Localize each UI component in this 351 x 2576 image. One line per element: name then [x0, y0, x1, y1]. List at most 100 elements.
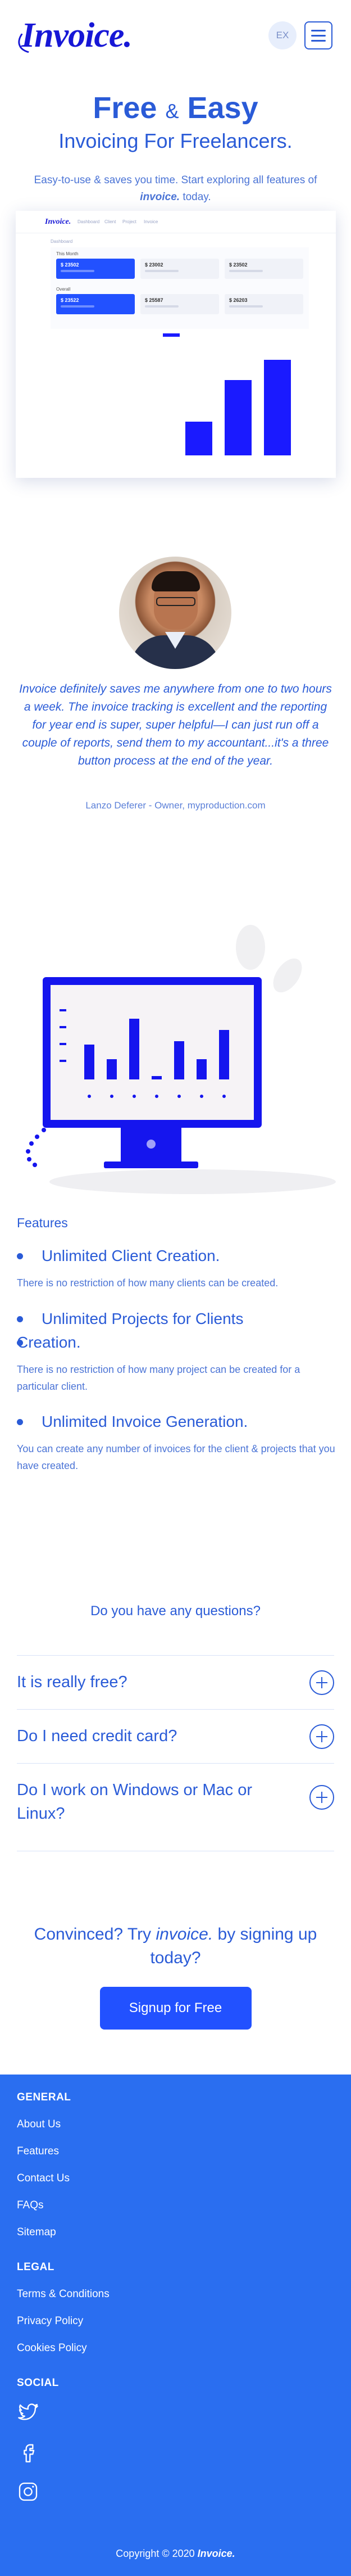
- twitter-icon[interactable]: [17, 2401, 39, 2423]
- testimonial-avatar: [119, 557, 231, 669]
- faq-question[interactable]: It is really free?: [17, 1670, 281, 1694]
- footer-link-contact[interactable]: Contact Us: [17, 2172, 70, 2185]
- screen-bar: [219, 1030, 229, 1079]
- hamburger-icon-line: [311, 39, 326, 42]
- preview-card: $ 23502: [225, 259, 303, 279]
- preview-card: $ 25587: [140, 294, 219, 314]
- feature-description: There is no restriction of how many clie…: [17, 1277, 279, 1289]
- menu-button[interactable]: [304, 21, 332, 49]
- feature-title: Unlimited Invoice Generation.: [17, 1410, 337, 1434]
- preview-nav-item: Invoice: [144, 219, 158, 224]
- preview-card-value: $ 23502: [229, 262, 248, 268]
- footer-link-about[interactable]: About Us: [17, 2118, 61, 2131]
- preview-navbar: Invoice. Dashboard Client Project Invoic…: [16, 211, 336, 233]
- screen-bar: [107, 1059, 117, 1079]
- plus-icon[interactable]: [309, 1785, 334, 1810]
- cable-dots: [26, 1128, 46, 1167]
- screen-dot: [88, 1095, 91, 1098]
- preview-card: $ 23002: [140, 259, 219, 279]
- screen-dot: [133, 1095, 136, 1098]
- screen-dot: [155, 1095, 158, 1098]
- faq-item[interactable]: It is really free?: [17, 1655, 334, 1709]
- preview-card-line: [61, 270, 94, 272]
- footer-heading-legal: LEGAL: [17, 2261, 54, 2273]
- faq-question[interactable]: Do I need credit card?: [17, 1724, 281, 1748]
- faq-heading: Do you have any questions?: [90, 1603, 261, 1619]
- screen-dot: [110, 1095, 113, 1098]
- preview-card-value: $ 26203: [229, 297, 248, 303]
- footer-link-terms[interactable]: Terms & Conditions: [17, 2288, 110, 2301]
- preview-nav-item: Project: [122, 219, 136, 224]
- preview-card-line: [145, 270, 179, 272]
- plus-icon[interactable]: [309, 1724, 334, 1749]
- header: Invoice. EX: [0, 0, 351, 67]
- hero-description: Easy-to-use & saves you time. Start expl…: [22, 172, 329, 206]
- screen-bar: [174, 1041, 184, 1079]
- hero-desc-text: Easy-to-use & saves you time. Start expl…: [34, 174, 317, 186]
- preview-card-value: $ 23502: [61, 262, 79, 268]
- feature-item: Unlimited Projects for Clients Creation.…: [17, 1307, 337, 1395]
- screen-dot: [222, 1095, 226, 1098]
- preview-card: $ 26203: [225, 294, 303, 314]
- preview-bar-chart: [51, 329, 309, 467]
- testimonial-quote: Invoice definitely saves me anywhere fro…: [19, 683, 332, 767]
- avatar-hair: [152, 571, 200, 591]
- plant-leaf: [273, 958, 302, 993]
- screen-bar: [152, 1076, 162, 1079]
- logo[interactable]: Invoice.: [13, 8, 133, 62]
- plus-icon[interactable]: [309, 1670, 334, 1695]
- preview-nav-item: Client: [104, 219, 116, 224]
- footer-link-sitemap[interactable]: Sitemap: [17, 2226, 56, 2239]
- preview-card-value: $ 25587: [145, 297, 163, 303]
- copyright: Copyright © 2020 Invoice.: [0, 2548, 351, 2560]
- hero-title-easy: Easy: [187, 91, 258, 125]
- preview-card-line: [229, 270, 263, 272]
- monitor-button: [147, 1140, 156, 1149]
- feature-description: There is no restriction of how many proj…: [17, 1364, 300, 1392]
- avatar-glasses: [156, 597, 195, 606]
- preview-chart-legend: [163, 333, 180, 337]
- dashboard-preview: Invoice. Dashboard Client Project Invoic…: [16, 211, 336, 478]
- preview-card: $ 23502: [56, 259, 135, 279]
- monitor-illustration: [26, 925, 336, 1194]
- feature-title-continued: Creation.: [17, 1331, 337, 1354]
- preview-row-label: This Month: [56, 251, 79, 256]
- hamburger-icon: [311, 29, 326, 31]
- cta-text-brand: invoice.: [156, 1925, 213, 1944]
- hero-subtitle: Invoicing For Freelancers.: [58, 129, 293, 152]
- footer-link-features[interactable]: Features: [17, 2145, 59, 2158]
- preview-section-label: Dashboard: [51, 239, 73, 244]
- footer-link-faqs[interactable]: FAQs: [17, 2199, 44, 2212]
- preview-nav-item: Dashboard: [78, 219, 100, 224]
- faq-item[interactable]: Do I need credit card?: [17, 1709, 334, 1763]
- facebook-icon[interactable]: [17, 2441, 39, 2464]
- preview-card: $ 23522: [56, 294, 135, 314]
- copyright-brand: Invoice.: [197, 2548, 235, 2559]
- preview-card-line: [61, 305, 94, 308]
- plant-leaf: [236, 925, 265, 970]
- footer-link-privacy[interactable]: Privacy Policy: [17, 2315, 83, 2328]
- preview-card-value: $ 23002: [145, 262, 163, 268]
- language-button[interactable]: EX: [268, 21, 297, 49]
- instagram-icon[interactable]: [17, 2480, 39, 2503]
- hero-title: Free & Easy: [0, 91, 351, 128]
- faq-question[interactable]: Do I work on Windows or Mac or Linux?: [17, 1778, 281, 1825]
- preview-card-value: $ 23522: [61, 297, 79, 303]
- preview-card-line: [229, 305, 263, 308]
- language-label: EX: [276, 30, 289, 40]
- cta-text-before: Convinced? Try: [34, 1925, 152, 1944]
- screen-axis-tick: [60, 1043, 66, 1045]
- hero-title-free: Free: [93, 91, 157, 125]
- testimonial-author: Lanzo Deferer - Owner, myproduction.com: [85, 800, 266, 811]
- screen-dot: [200, 1095, 203, 1098]
- hamburger-icon-line: [311, 34, 326, 37]
- screen-bar: [129, 1019, 139, 1079]
- screen-bar: [84, 1045, 94, 1079]
- preview-chart-bar: [185, 422, 212, 455]
- features-heading: Features: [17, 1215, 68, 1230]
- screen-dot: [177, 1095, 181, 1098]
- faq-item[interactable]: Do I work on Windows or Mac or Linux?: [17, 1763, 334, 1851]
- signup-button[interactable]: Signup for Free: [99, 1987, 252, 2030]
- footer-link-cookies[interactable]: Cookies Policy: [17, 2342, 87, 2354]
- feature-description: You can create any number of invoices fo…: [17, 1443, 335, 1471]
